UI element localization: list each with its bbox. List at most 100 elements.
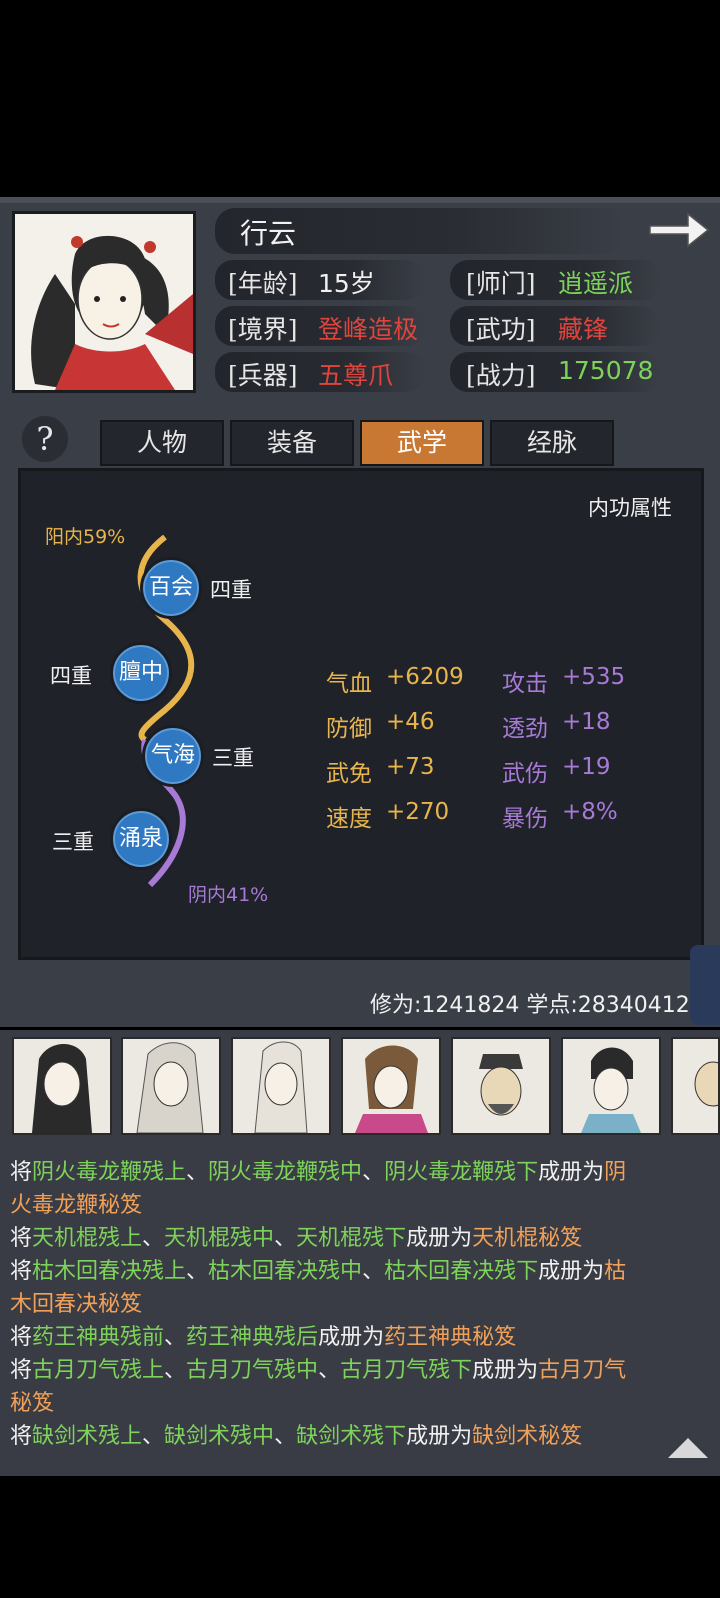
stat-resist-value: +73	[386, 754, 435, 780]
yang-percent-label: 阳内59%	[45, 526, 126, 548]
log-segment: 、	[274, 1226, 297, 1251]
log-line: 将天机棍残上、天机棍残中、天机棍残下成册为天机棍秘笈	[10, 1220, 582, 1252]
log-segment: 古月刀气残下	[340, 1358, 473, 1383]
log-segment: 、	[186, 1259, 209, 1284]
cultivation-points: 修为:1241824 学点:28340412	[370, 993, 690, 1018]
yin-percent-label: 阴内41%	[188, 884, 269, 906]
log-segment: 成册为	[318, 1325, 385, 1350]
companion-portrait[interactable]	[561, 1037, 661, 1135]
stat-hp-label: 气血	[326, 671, 372, 697]
stat-penetration-label: 透劲	[502, 716, 548, 742]
log-line: 将枯木回春决残上、枯木回春决残中、枯木回春决残下成册为枯	[10, 1253, 626, 1285]
log-line: 将缺剑术残上、缺剑术残中、缺剑术残下成册为缺剑术秘笈	[10, 1418, 582, 1450]
side-tab[interactable]	[690, 945, 720, 1025]
log-segment: 枯木回春决残上	[32, 1259, 187, 1284]
log-segment: 将	[10, 1424, 33, 1449]
log-segment: 、	[164, 1358, 187, 1383]
log-segment: 阴火毒龙鞭残下	[384, 1160, 539, 1185]
log-line: 将古月刀气残上、古月刀气残中、古月刀气残下成册为古月刀气	[10, 1352, 626, 1384]
log-segment: 药王神典残前	[32, 1325, 165, 1350]
stat-hp-value: +6209	[386, 664, 464, 690]
tab-character[interactable]: 人物	[100, 420, 224, 466]
sect-value: 逍遥派	[558, 269, 634, 298]
companion-portrait[interactable]	[121, 1037, 221, 1135]
log-segment: 成册为	[406, 1226, 473, 1251]
stat-defense-label: 防御	[326, 716, 372, 742]
companion-portrait[interactable]	[231, 1037, 331, 1135]
log-segment: 天机棍残下	[296, 1226, 407, 1251]
tab-equipment[interactable]: 装备	[230, 420, 354, 466]
character-name: 行云	[240, 217, 297, 250]
log-segment: 、	[362, 1160, 385, 1185]
power-label: [战力]	[466, 361, 536, 390]
log-segment: 药王神典残后	[186, 1325, 319, 1350]
log-segment: 将	[10, 1226, 33, 1251]
log-segment: 成册为	[538, 1160, 605, 1185]
tab-martial-arts[interactable]: 武学	[360, 420, 484, 466]
meridian-node-qihai[interactable]: 气海	[142, 725, 204, 787]
age-label: [年龄]	[228, 269, 298, 298]
log-segment: 阴	[604, 1160, 627, 1185]
stat-damage-label: 武伤	[502, 761, 548, 787]
stat-defense-value: +46	[386, 709, 435, 735]
help-icon[interactable]: ?	[22, 416, 68, 462]
log-segment: 将	[10, 1325, 33, 1350]
realm-value: 登峰造极	[318, 315, 419, 344]
stat-speed-value: +270	[386, 799, 450, 825]
stat-attack-label: 攻击	[502, 671, 548, 697]
character-portrait[interactable]	[12, 211, 196, 393]
log-segment: 阴火毒龙鞭残中	[208, 1160, 363, 1185]
log-segment: 将	[10, 1160, 33, 1185]
log-segment: 秘笈	[10, 1391, 55, 1416]
stat-penetration-value: +18	[562, 709, 611, 735]
stat-critdmg-label: 暴伤	[502, 806, 548, 832]
weapon-label: [兵器]	[228, 361, 298, 390]
log-segment: 古月刀气残中	[186, 1358, 319, 1383]
companion-portrait[interactable]	[671, 1037, 720, 1135]
scroll-up-icon[interactable]	[666, 1436, 710, 1460]
stat-resist-label: 武免	[326, 761, 372, 787]
log-segment: 药王神典秘笈	[384, 1325, 517, 1350]
log-segment: 阴火毒龙鞭残上	[32, 1160, 187, 1185]
realm-label: [境界]	[228, 315, 298, 344]
log-segment: 将	[10, 1259, 33, 1284]
meridian-node-baihui[interactable]: 百会	[140, 557, 202, 619]
age-value: 15岁	[318, 269, 375, 298]
tab-meridians[interactable]: 经脉	[490, 420, 614, 466]
node-level: 三重	[212, 746, 254, 770]
log-segment: 、	[186, 1160, 209, 1185]
log-segment: 天机棍秘笈	[472, 1226, 583, 1251]
arrow-right-icon[interactable]	[648, 210, 710, 250]
log-segment: 缺剑术残中	[164, 1424, 275, 1449]
companion-portrait[interactable]	[12, 1037, 112, 1135]
power-value: 175078	[558, 356, 654, 385]
log-segment: 、	[362, 1259, 385, 1284]
panel-title: 内功属性	[588, 496, 672, 520]
log-segment: 天机棍残中	[164, 1226, 275, 1251]
stat-attack-value: +535	[562, 664, 626, 690]
weapon-value: 五尊爪	[318, 361, 394, 390]
skill-value: 藏锋	[558, 315, 609, 344]
meridian-node-danzhong[interactable]: 膻中	[110, 642, 172, 704]
companion-portrait[interactable]	[451, 1037, 551, 1135]
log-segment: 成册为	[538, 1259, 605, 1284]
node-level: 四重	[210, 578, 252, 602]
meridian-node-yongquan[interactable]: 涌泉	[110, 808, 172, 870]
log-segment: 枯	[604, 1259, 627, 1284]
log-segment: 、	[142, 1424, 165, 1449]
log-segment: 成册为	[406, 1424, 473, 1449]
log-segment: 火毒龙鞭秘笈	[10, 1193, 143, 1218]
log-segment: 缺剑术残上	[32, 1424, 143, 1449]
node-level: 三重	[52, 830, 94, 854]
stat-speed-label: 速度	[326, 806, 372, 832]
log-line: 火毒龙鞭秘笈	[10, 1187, 142, 1219]
companion-portrait[interactable]	[341, 1037, 441, 1135]
log-segment: 木回春决秘笈	[10, 1292, 143, 1317]
log-segment: 古月刀气	[538, 1358, 627, 1383]
stat-critdmg-value: +8%	[562, 799, 618, 825]
stat-damage-value: +19	[562, 754, 611, 780]
node-level: 四重	[50, 664, 92, 688]
log-segment: 枯木回春决残中	[208, 1259, 363, 1284]
log-line: 秘笈	[10, 1385, 54, 1417]
log-line: 木回春决秘笈	[10, 1286, 142, 1318]
